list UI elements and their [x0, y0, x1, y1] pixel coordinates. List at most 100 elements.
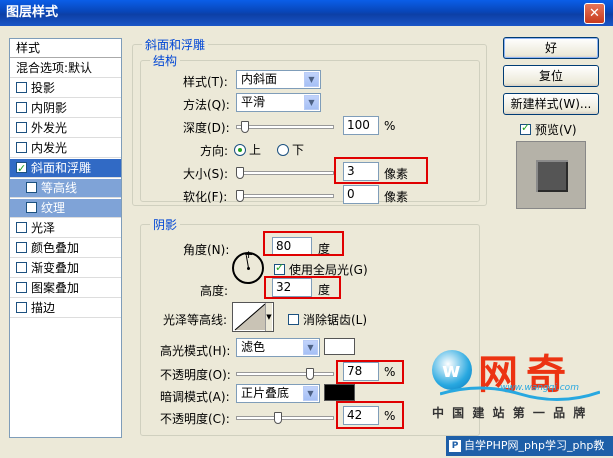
reset-button[interactable]: 复位: [503, 65, 599, 87]
style-list-item[interactable]: 外发光: [10, 119, 121, 138]
checkbox-icon[interactable]: [16, 142, 27, 153]
title-bar: 图层样式: [0, 0, 613, 26]
radio-selected-icon: [234, 144, 246, 156]
angle-label: 角度(N):: [183, 243, 230, 257]
style-list-item[interactable]: 内阴影: [10, 99, 121, 118]
list-header: 样式: [10, 39, 121, 58]
antialias-label: 消除锯齿(L): [303, 313, 368, 327]
slider-thumb[interactable]: [236, 190, 244, 202]
checkbox-icon[interactable]: [16, 302, 27, 313]
style-list-item[interactable]: 图案叠加: [10, 279, 121, 298]
style-list-item-label: 斜面和浮雕: [31, 161, 92, 175]
depth-slider[interactable]: [236, 120, 334, 134]
depth-input[interactable]: 100: [343, 116, 379, 135]
shading-title: 阴影: [150, 216, 181, 233]
checkbox-icon[interactable]: [16, 122, 27, 133]
highlight-box: [336, 360, 404, 384]
direction-up-label: 上: [249, 143, 262, 157]
checkbox-icon[interactable]: [16, 222, 27, 233]
logo-slogan: 中 国 建 站 第 一 品 牌: [432, 406, 588, 420]
style-list-item[interactable]: 等高线: [10, 179, 121, 198]
technique-label: 方法(Q):: [183, 98, 230, 112]
checkbox-icon[interactable]: [16, 242, 27, 253]
contour-icon: [234, 303, 266, 331]
footer-text: 自学PHP网_php学习_php教: [464, 439, 605, 452]
direction-up-radio[interactable]: 上: [234, 141, 261, 158]
gloss-contour-picker[interactable]: ▼: [232, 302, 274, 332]
style-list-item[interactable]: 渐变叠加: [10, 259, 121, 278]
checkbox-checked-icon: [274, 261, 285, 275]
style-select[interactable]: 内斜面 ▼: [236, 70, 321, 89]
highlight-mode-select[interactable]: 滤色 ▼: [236, 338, 320, 357]
soften-input[interactable]: 0: [343, 185, 379, 204]
checkbox-checked-icon[interactable]: [16, 159, 27, 178]
php-icon: P: [449, 440, 461, 452]
style-list-item[interactable]: 颜色叠加: [10, 239, 121, 258]
direction-down-radio[interactable]: 下: [277, 141, 304, 158]
preview-label: 预览(V): [535, 123, 577, 137]
logo-url: www.wangqi.com: [500, 383, 579, 393]
soften-unit: 像素: [384, 190, 409, 204]
checkbox-icon[interactable]: [26, 182, 37, 193]
shadow-mode-value: 正片叠底: [241, 386, 290, 400]
direction-down-label: 下: [292, 143, 305, 157]
checkbox-icon[interactable]: [26, 202, 37, 213]
highlight-color-swatch[interactable]: [324, 338, 355, 355]
close-icon: ✕: [589, 6, 600, 21]
global-light-label: 使用全局光(G): [289, 263, 368, 277]
style-list-item-label: 纹理: [41, 201, 66, 215]
style-list-item-label: 图案叠加: [31, 281, 80, 295]
depth-label: 深度(D):: [183, 121, 230, 135]
altitude-label: 高度:: [200, 284, 229, 298]
style-list-item[interactable]: 描边: [10, 299, 121, 318]
style-list-item-label: 光泽: [31, 221, 56, 235]
slider-thumb[interactable]: [241, 121, 250, 133]
technique-select[interactable]: 平滑 ▼: [236, 93, 321, 112]
style-list-item-label: 外发光: [31, 121, 68, 135]
checkbox-icon[interactable]: [16, 262, 27, 273]
direction-label: 方向:: [200, 144, 229, 158]
slider-thumb[interactable]: [236, 167, 244, 179]
new-style-button[interactable]: 新建样式(W)...: [503, 93, 599, 115]
shadow-color-swatch[interactable]: [324, 384, 355, 401]
preview-square: [536, 160, 568, 192]
style-value: 内斜面: [241, 72, 278, 86]
highlight-opacity-slider[interactable]: [236, 367, 334, 381]
soften-slider[interactable]: [236, 189, 334, 203]
style-list-item[interactable]: 斜面和浮雕: [10, 159, 121, 178]
style-list-item-label: 颜色叠加: [31, 241, 80, 255]
logo-w-glyph: w: [442, 358, 461, 382]
checkbox-icon[interactable]: [16, 282, 27, 293]
style-list-item[interactable]: 纹理: [10, 199, 121, 218]
style-list-item[interactable]: 投影: [10, 79, 121, 98]
bevel-title: 斜面和浮雕: [142, 36, 209, 53]
checkbox-icon[interactable]: [16, 82, 27, 93]
style-list-item[interactable]: 光泽: [10, 219, 121, 238]
highlight-mode-label: 高光模式(H):: [160, 344, 231, 358]
highlight-mode-value: 滤色: [241, 340, 266, 354]
style-list-item[interactable]: 内发光: [10, 139, 121, 158]
antialias-checkbox[interactable]: 消除锯齿(L): [288, 311, 367, 328]
size-label: 大小(S):: [183, 167, 229, 181]
close-button[interactable]: ✕: [584, 3, 605, 24]
shadow-mode-label: 暗调模式(A):: [160, 390, 230, 404]
style-list-item-label: 投影: [31, 81, 56, 95]
highlight-opacity-label: 不透明度(O):: [160, 368, 231, 382]
slider-thumb[interactable]: [306, 368, 315, 380]
shadow-opacity-slider[interactable]: [236, 411, 334, 425]
style-list-item-label: 渐变叠加: [31, 261, 80, 275]
shadow-mode-select[interactable]: 正片叠底 ▼: [236, 384, 320, 403]
highlight-box: [263, 231, 344, 256]
ok-button[interactable]: 好: [503, 37, 599, 59]
size-slider[interactable]: [236, 166, 334, 180]
radio-icon: [277, 144, 289, 156]
preview-checkbox[interactable]: 预览(V): [520, 121, 577, 138]
slider-thumb[interactable]: [273, 412, 282, 424]
highlight-box: [264, 276, 341, 299]
blend-options-item[interactable]: 混合选项:默认: [10, 59, 121, 78]
highlight-box: [336, 401, 404, 429]
style-list: 样式 混合选项:默认 投影内阴影外发光内发光斜面和浮雕等高线纹理光泽颜色叠加渐变…: [9, 38, 122, 438]
soften-label: 软化(F):: [183, 190, 228, 204]
chevron-down-icon: ▼: [303, 386, 318, 401]
checkbox-icon[interactable]: [16, 102, 27, 113]
